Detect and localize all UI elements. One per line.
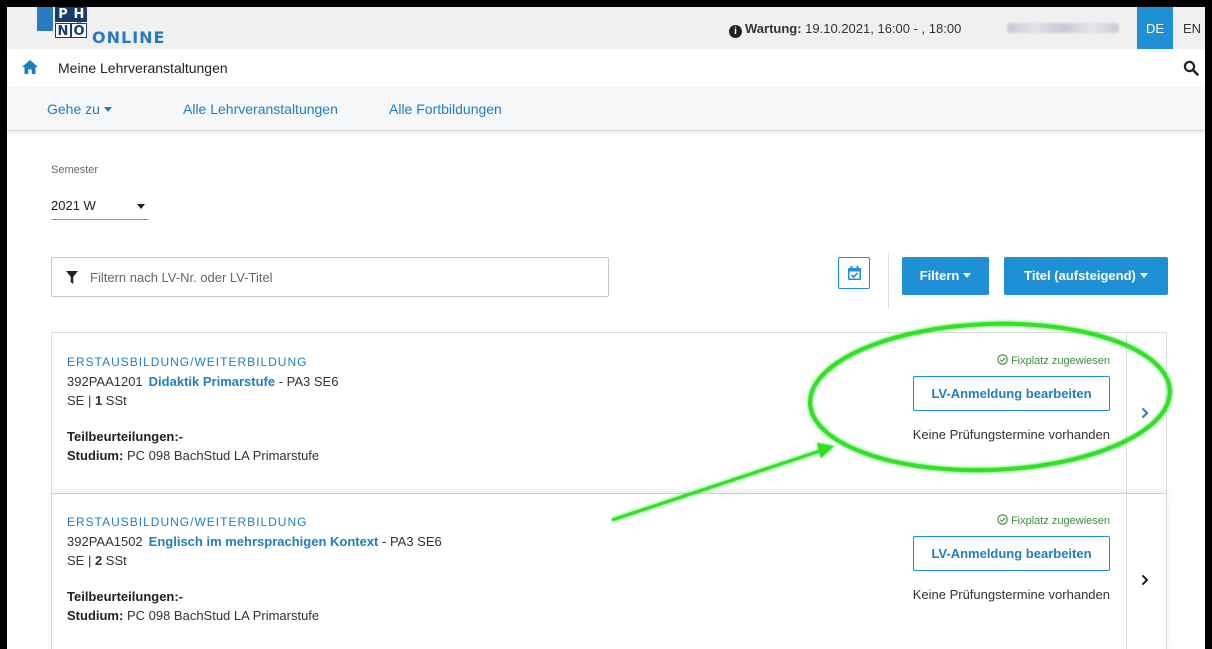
filter-button-label: Filtern bbox=[919, 268, 960, 283]
sort-dropdown-button[interactable]: Titel (aufsteigend) bbox=[1004, 257, 1168, 295]
user-name-redacted[interactable] bbox=[1007, 23, 1119, 33]
course-type: SE | 1 SSt bbox=[67, 393, 127, 408]
course-category: ERSTAUSBILDUNG/WEITERBILDUNG bbox=[67, 515, 308, 529]
course-detail-column[interactable] bbox=[1126, 494, 1166, 649]
course-detail-column[interactable] bbox=[1126, 333, 1166, 493]
maintenance-notice[interactable]: i Wartung: 19.10.2021, 16:00 - , 18:00 bbox=[729, 21, 961, 38]
nav-goto-dropdown[interactable]: Gehe zu bbox=[47, 101, 112, 117]
filter-input[interactable] bbox=[90, 258, 590, 296]
edit-registration-button[interactable]: LV-Anmeldung bearbeiten bbox=[913, 376, 1110, 411]
breadcrumb: Meine Lehrveranstaltungen bbox=[7, 49, 1205, 87]
course-suffix: - PA3 SE6 bbox=[275, 374, 339, 389]
funnel-icon bbox=[66, 271, 78, 284]
study-label: Studium: bbox=[67, 608, 124, 623]
course-number: 392PAA1502 bbox=[67, 534, 143, 549]
page-title: Meine Lehrveranstaltungen bbox=[58, 60, 228, 76]
semester-value: 2021 W bbox=[51, 198, 96, 213]
chevron-right-icon[interactable] bbox=[1141, 574, 1149, 586]
status-text: Fixplatz zugewiesen bbox=[1010, 515, 1110, 527]
course-number-title: 392PAA1502 Englisch im mehrsprachigen Kon… bbox=[67, 534, 442, 549]
edit-registration-button[interactable]: LV-Anmeldung bearbeiten bbox=[913, 536, 1110, 571]
nav-all-trainings[interactable]: Alle Fortbildungen bbox=[389, 101, 502, 117]
course-card[interactable]: ERSTAUSBILDUNG/WEITERBILDUNG 392PAA1201 D… bbox=[51, 332, 1167, 494]
sort-button-label: Titel (aufsteigend) bbox=[1024, 268, 1136, 283]
course-card[interactable]: ERSTAUSBILDUNG/WEITERBILDUNG 392PAA1502 E… bbox=[51, 494, 1167, 649]
filter-field[interactable] bbox=[51, 257, 609, 297]
logo-letter-p: P bbox=[55, 7, 71, 22]
language-en-button[interactable]: EN bbox=[1179, 7, 1205, 49]
course-hours-unit: SSt bbox=[102, 393, 127, 408]
course-category: ERSTAUSBILDUNG/WEITERBILDUNG bbox=[67, 355, 308, 369]
check-circle-icon bbox=[997, 514, 1008, 525]
check-circle-icon bbox=[997, 354, 1008, 365]
chevron-right-icon[interactable] bbox=[1141, 407, 1149, 419]
info-icon: i bbox=[729, 25, 742, 38]
course-number-title: 392PAA1201 Didaktik Primarstufe - PA3 SE6 bbox=[67, 374, 338, 389]
maintenance-label: Wartung: bbox=[745, 21, 802, 36]
course-hours-unit: SSt bbox=[102, 553, 127, 568]
course-suffix: - PA3 SE6 bbox=[378, 534, 442, 549]
status-text: Fixplatz zugewiesen bbox=[1010, 355, 1110, 367]
sub-navigation: Gehe zu Alle Lehrveranstaltungen Alle Fo… bbox=[7, 87, 1205, 131]
top-bar: P H N Ö ONLINE i Wartung: 19.10.2021, 16:… bbox=[7, 7, 1205, 49]
course-number: 392PAA1201 bbox=[67, 374, 143, 389]
logo-text: ONLINE bbox=[92, 28, 166, 47]
status-badge: Fixplatz zugewiesen bbox=[997, 354, 1110, 367]
exam-info: Keine Prüfungstermine vorhanden bbox=[912, 587, 1110, 602]
nav-goto-label: Gehe zu bbox=[47, 101, 100, 117]
logo-accent-block bbox=[37, 7, 53, 31]
semester-select[interactable]: 2021 W bbox=[51, 194, 149, 220]
home-icon[interactable] bbox=[22, 60, 38, 74]
ph-noe-online-logo[interactable]: P H N Ö ONLINE bbox=[37, 7, 177, 49]
study-value: PC 098 BachStud LA Primarstufe bbox=[123, 448, 320, 463]
nav-all-courses[interactable]: Alle Lehrveranstaltungen bbox=[183, 101, 338, 117]
status-badge: Fixplatz zugewiesen bbox=[997, 514, 1110, 527]
course-type: SE | 2 SSt bbox=[67, 553, 127, 568]
app-frame: P H N Ö ONLINE i Wartung: 19.10.2021, 16:… bbox=[7, 7, 1205, 649]
course-type-label: SE | bbox=[67, 553, 95, 568]
calendar-view-button[interactable] bbox=[838, 257, 870, 289]
caret-down-icon bbox=[137, 204, 145, 209]
semester-label: Semester bbox=[51, 164, 99, 176]
course-type-label: SE | bbox=[67, 393, 95, 408]
language-de-button[interactable]: DE bbox=[1137, 7, 1173, 49]
study-program: Studium: PC 098 BachStud LA Primarstufe bbox=[67, 448, 319, 463]
calendar-check-icon bbox=[848, 266, 861, 280]
study-value: PC 098 BachStud LA Primarstufe bbox=[123, 608, 320, 623]
partial-grades: Teilbeurteilungen:- bbox=[67, 589, 184, 604]
logo-letter-oe: Ö bbox=[71, 23, 87, 39]
logo-letter-h: H bbox=[71, 7, 87, 22]
search-icon[interactable] bbox=[1183, 60, 1199, 76]
caret-down-icon bbox=[1139, 273, 1148, 278]
exam-info: Keine Prüfungstermine vorhanden bbox=[912, 427, 1110, 442]
logo-letter-n: N bbox=[55, 23, 71, 39]
course-title-link[interactable]: Didaktik Primarstufe bbox=[149, 374, 275, 389]
toolbar-divider bbox=[888, 253, 889, 309]
filter-dropdown-button[interactable]: Filtern bbox=[902, 257, 989, 295]
caret-down-icon bbox=[963, 273, 972, 278]
course-title-link[interactable]: Englisch im mehrsprachigen Kontext bbox=[149, 534, 379, 549]
maintenance-time: 19.10.2021, 16:00 - , 18:00 bbox=[801, 21, 962, 36]
study-program: Studium: PC 098 BachStud LA Primarstufe bbox=[67, 608, 319, 623]
caret-down-icon bbox=[103, 107, 112, 112]
partial-grades: Teilbeurteilungen:- bbox=[67, 429, 184, 444]
study-label: Studium: bbox=[67, 448, 124, 463]
